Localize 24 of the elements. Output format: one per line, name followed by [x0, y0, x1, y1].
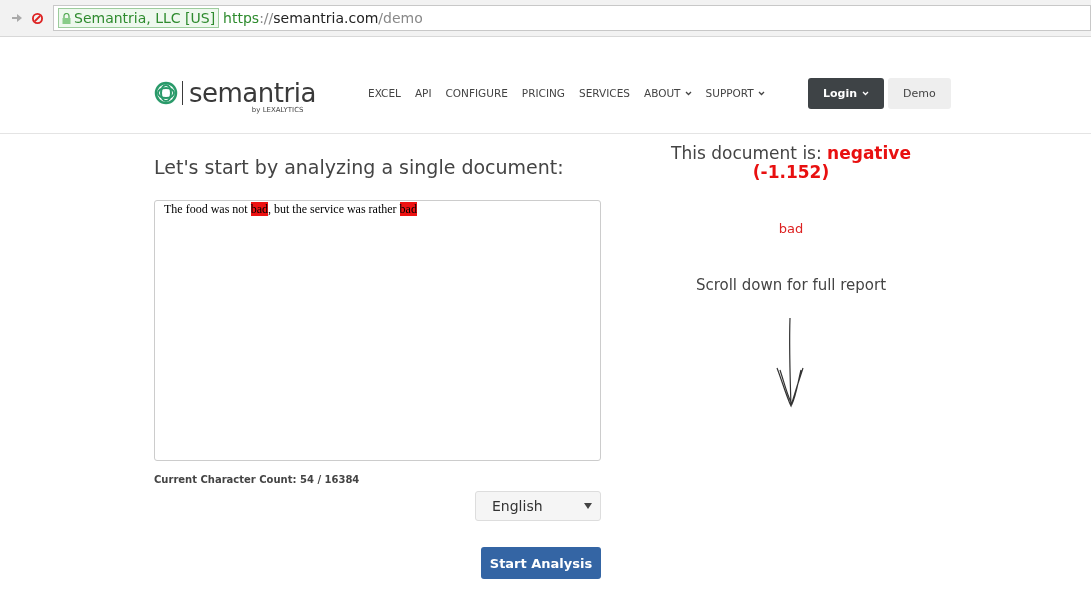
logo-icon	[154, 81, 178, 105]
nav-link[interactable]: EXCEL	[368, 87, 401, 99]
sentiment-result: This document is: negative (-1.152)	[670, 144, 912, 182]
logo-text: semantria	[189, 80, 316, 106]
nav-link[interactable]: SUPPORT	[705, 87, 765, 99]
stop-icon[interactable]	[32, 12, 43, 24]
url-text: https://semantria.com/demo	[223, 10, 423, 26]
nav-link[interactable]: ABOUT	[643, 87, 692, 99]
nav-link[interactable]: API	[414, 87, 432, 99]
site-identity[interactable]: Semantria, LLC [US]	[58, 8, 220, 28]
login-button[interactable]: Login	[808, 77, 885, 109]
start-analysis-button[interactable]: Start Analysis	[481, 547, 601, 579]
character-count: Current Character Count: 54 / 16384	[154, 474, 361, 485]
dropdown-icon	[584, 503, 592, 509]
sentiment-phrase: bad	[778, 221, 804, 237]
scroll-hint: Scroll down for full report	[695, 276, 887, 295]
demo-button[interactable]: Demo	[888, 77, 951, 109]
lock-icon	[62, 12, 71, 24]
language-select[interactable]: English	[475, 491, 601, 521]
nav-link[interactable]: PRICING	[521, 87, 565, 99]
nav-link[interactable]: CONFIGURE	[445, 87, 508, 99]
nav-link[interactable]: SERVICES	[579, 87, 630, 99]
section-heading: Let's start by analyzing a single document:	[154, 156, 565, 178]
address-bar[interactable]: Semantria, LLC [US] https://semantria.com/demo	[53, 5, 1091, 31]
